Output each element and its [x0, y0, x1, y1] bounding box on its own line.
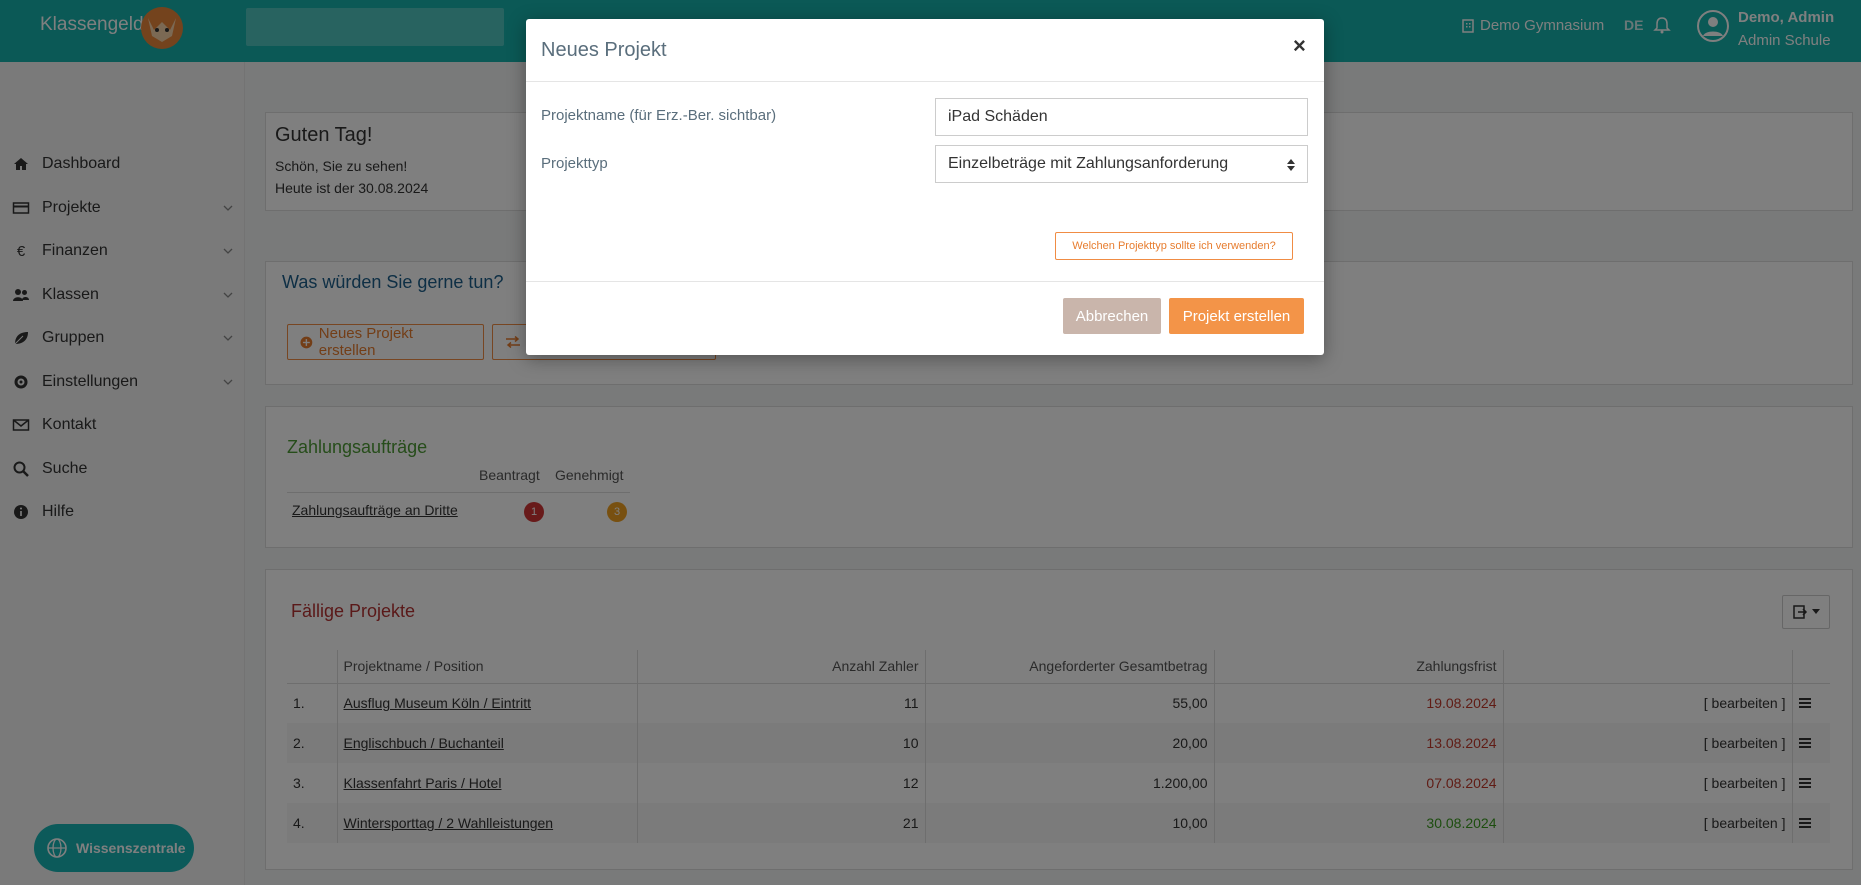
- project-type-help-button[interactable]: Welchen Projekttyp sollte ich verwenden?: [1055, 232, 1293, 260]
- close-icon[interactable]: ×: [1293, 33, 1306, 59]
- project-type-value: Einzelbeträge mit Zahlungsanforderung: [948, 155, 1229, 172]
- project-type-select[interactable]: Einzelbeträge mit Zahlungsanforderung: [935, 145, 1308, 183]
- divider: [526, 281, 1324, 282]
- create-project-button[interactable]: Projekt erstellen: [1169, 298, 1304, 334]
- cancel-button[interactable]: Abbrechen: [1063, 298, 1161, 334]
- new-project-modal: Neues Projekt × Projektname (für Erz.-Be…: [526, 19, 1324, 355]
- project-name-label: Projektname (für Erz.-Ber. sichtbar): [541, 107, 777, 124]
- modal-title: Neues Projekt: [541, 39, 667, 61]
- divider: [526, 81, 1324, 82]
- project-name-input[interactable]: [935, 98, 1308, 136]
- project-type-label: Projekttyp: [541, 155, 608, 172]
- sort-caret-icon: [1287, 159, 1295, 171]
